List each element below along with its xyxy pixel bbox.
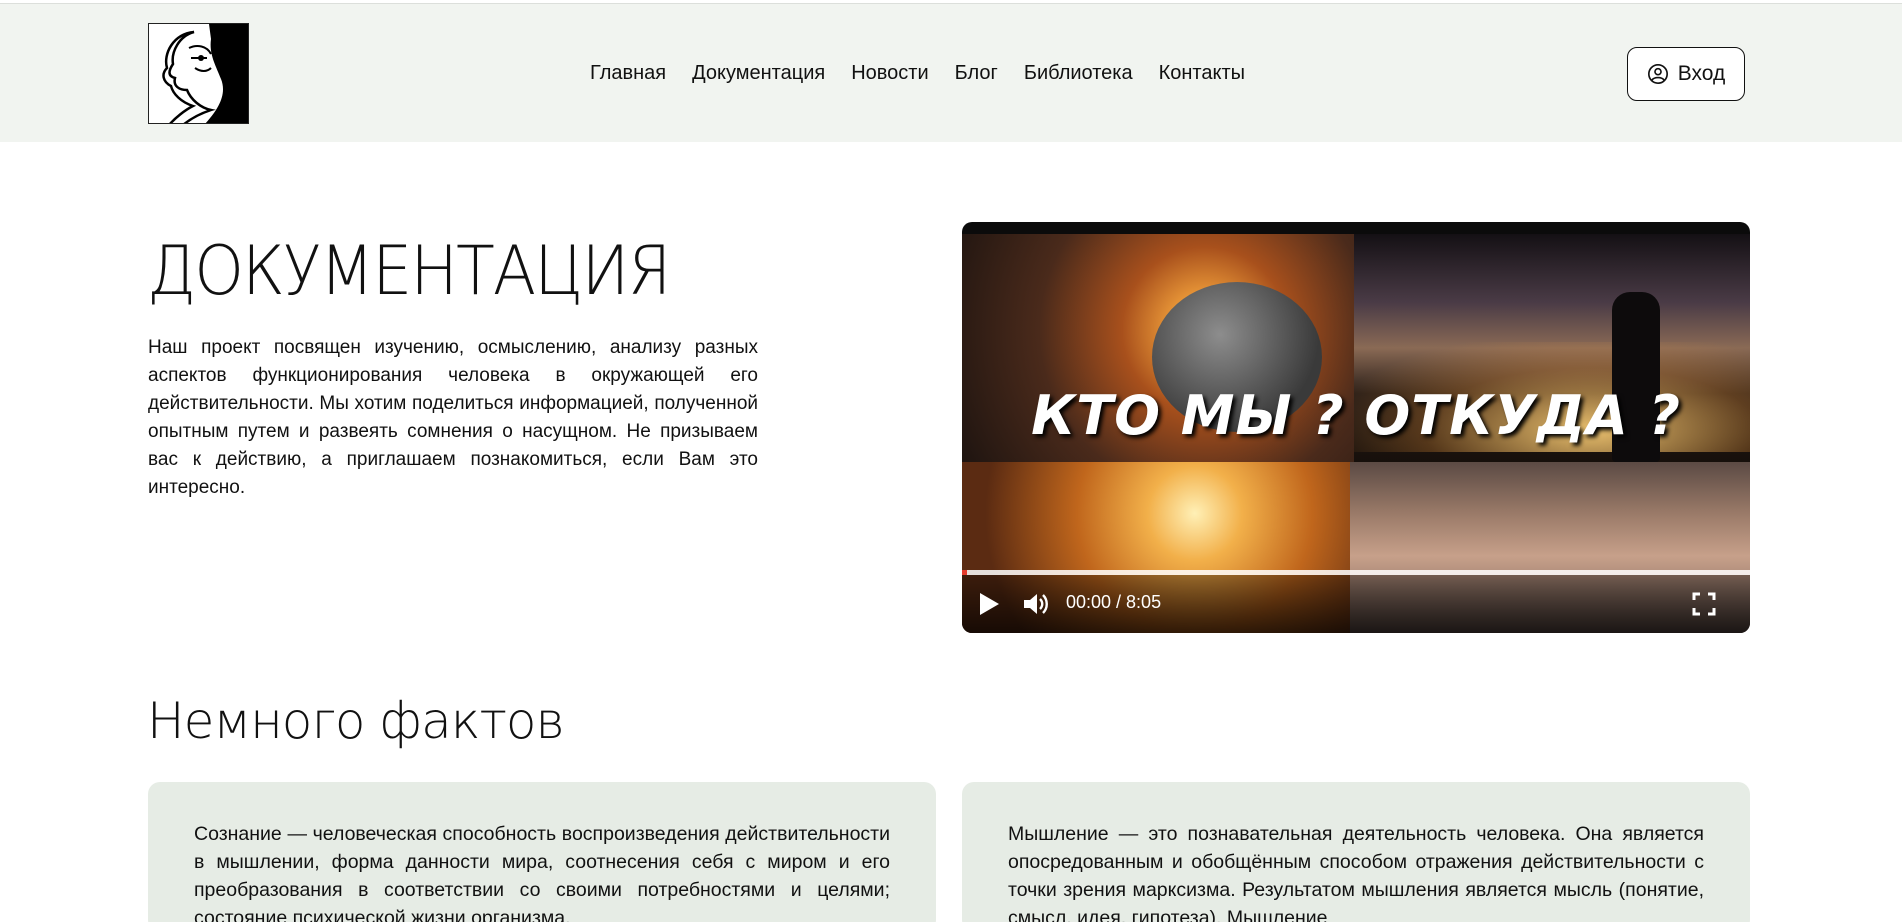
logo-face-icon (149, 24, 248, 123)
login-button[interactable]: Вход (1627, 47, 1745, 101)
fact-card-text: Мышление — это познавательная деятельнос… (1008, 823, 1704, 922)
play-icon[interactable] (978, 592, 1000, 616)
nav-item-news[interactable]: Новости (851, 62, 928, 85)
login-label: Вход (1677, 62, 1726, 85)
logo[interactable] (148, 23, 249, 124)
fullscreen-icon[interactable] (1692, 592, 1716, 616)
volume-icon[interactable] (1022, 590, 1050, 618)
video-overlay-text: КТО МЫ ? ОТКУДА ? (1031, 384, 1681, 447)
video-player[interactable]: КТО МЫ ? ОТКУДА ? 00:00 / 8:05 (962, 222, 1750, 633)
nav-item-contacts[interactable]: Контакты (1159, 62, 1245, 85)
intro-text: Наш проект посвящен изучению, осмыслению… (148, 337, 758, 498)
main-nav: Главная Документация Новости Блог Библио… (590, 62, 1245, 85)
fact-card: Сознание — человеческая способность восп… (148, 782, 936, 922)
site-header: Главная Документация Новости Блог Библио… (0, 3, 1902, 142)
nav-item-home[interactable]: Главная (590, 62, 666, 85)
facts-title: Немного фактов (147, 692, 565, 750)
video-time: 00:00 / 8:05 (1066, 592, 1162, 612)
fact-card: Мышление — это познавательная деятельнос… (962, 782, 1750, 922)
page-title: ДОКУМЕНТАЦИЯ (147, 232, 671, 311)
nav-item-documentation[interactable]: Документация (692, 62, 825, 85)
video-controls: 00:00 / 8:05 (962, 575, 1750, 633)
nav-item-blog[interactable]: Блог (955, 62, 998, 85)
user-circle-icon (1647, 64, 1668, 84)
nav-item-library[interactable]: Библиотека (1024, 62, 1133, 85)
fact-card-text: Сознание — человеческая способность восп… (194, 823, 890, 922)
